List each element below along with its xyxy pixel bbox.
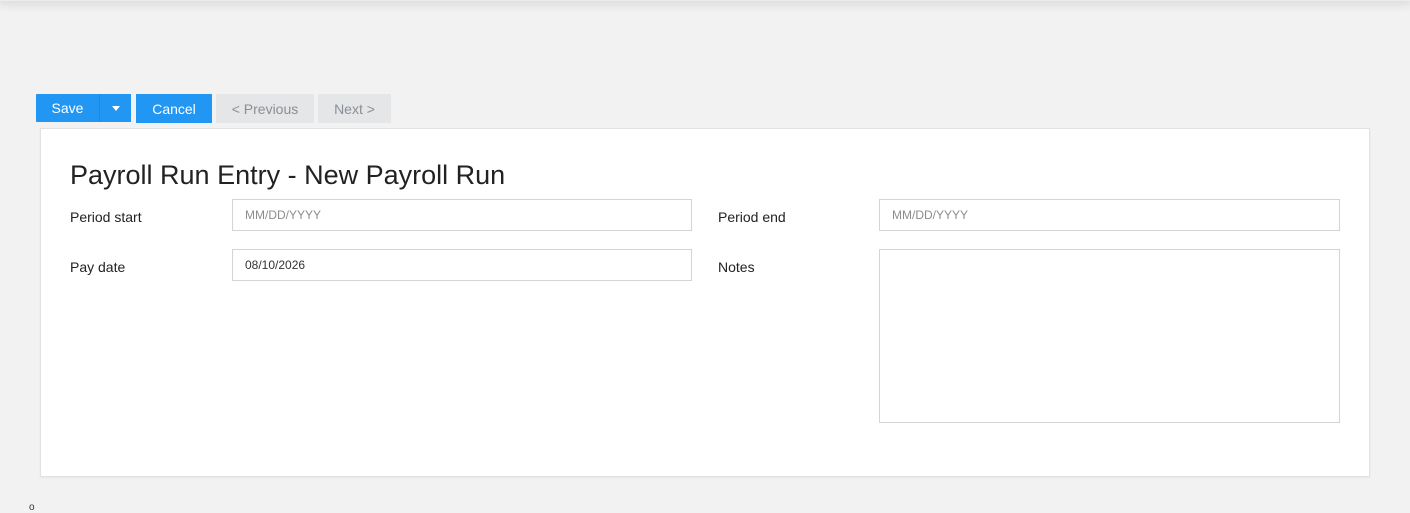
period-start-label: Period start: [70, 209, 142, 225]
notes-label: Notes: [718, 259, 755, 275]
save-button[interactable]: Save: [36, 94, 99, 122]
notes-textarea[interactable]: [879, 249, 1340, 423]
save-dropdown-button[interactable]: [99, 94, 131, 122]
pay-date-label: Pay date: [70, 259, 126, 275]
save-button-group: Save: [36, 94, 131, 122]
cancel-button[interactable]: Cancel: [136, 94, 212, 123]
footer-mark: o: [29, 502, 35, 513]
period-end-input[interactable]: [879, 199, 1340, 231]
form-panel: Payroll Run Entry - New Payroll Run Peri…: [40, 128, 1370, 477]
period-end-label: Period end: [718, 209, 786, 225]
page-title: Payroll Run Entry - New Payroll Run: [70, 160, 506, 190]
chevron-down-icon: [111, 105, 120, 111]
top-bar: [0, 0, 1410, 1]
pay-date-input[interactable]: [232, 249, 692, 281]
period-start-input[interactable]: [232, 199, 692, 231]
toolbar: Save Cancel < Previous Next >: [36, 94, 391, 123]
next-button[interactable]: Next >: [318, 94, 391, 123]
previous-button[interactable]: < Previous: [216, 94, 314, 123]
